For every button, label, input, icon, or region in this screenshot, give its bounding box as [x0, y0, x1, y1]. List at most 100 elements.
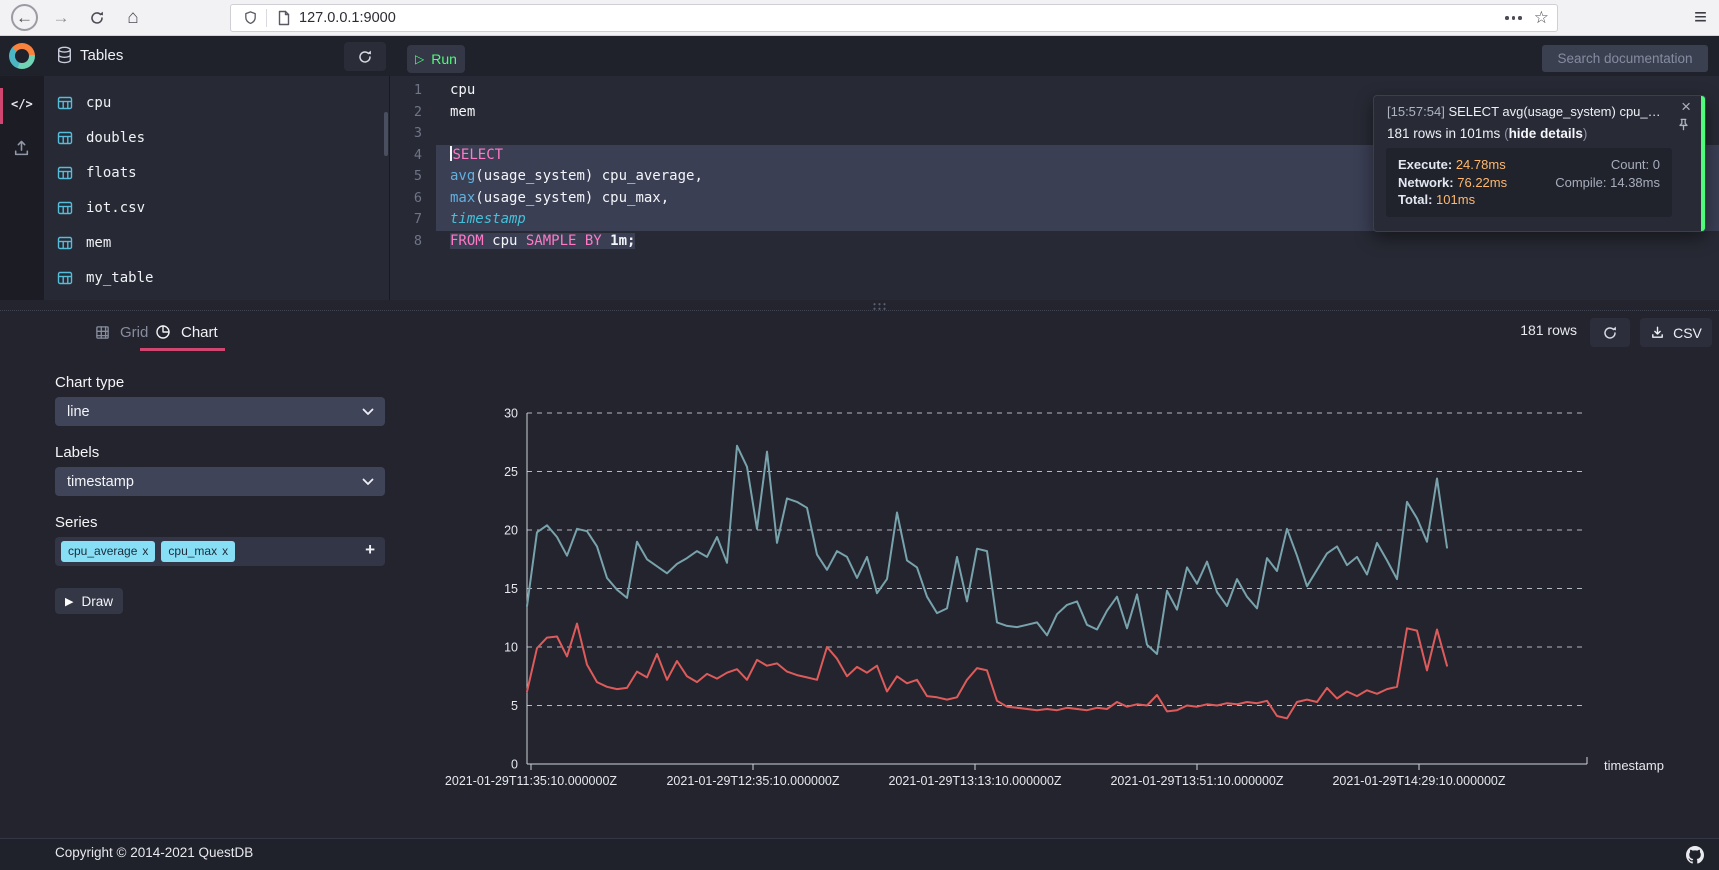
series-cpu_average	[527, 624, 1447, 719]
table-icon	[57, 165, 73, 181]
svg-text:10: 10	[504, 641, 518, 655]
table-row[interactable]: floats	[44, 155, 374, 190]
labels-select[interactable]: timestamp	[55, 467, 385, 496]
rows-summary: 181 rows in 101ms	[1387, 126, 1504, 141]
shield-icon	[243, 10, 258, 26]
svg-text:20: 20	[504, 524, 518, 538]
table-name: my_table	[86, 270, 153, 286]
table-icon	[57, 95, 73, 111]
page-actions-icon[interactable]	[1505, 16, 1522, 20]
table-row[interactable]: iot.csv	[44, 190, 374, 225]
active-tab-underline	[140, 348, 225, 351]
table-row[interactable]: mem	[44, 225, 374, 260]
page-icon	[277, 10, 291, 26]
series-input[interactable]: cpu_averagex cpu_maxx +	[55, 537, 385, 566]
run-query-button[interactable]: ▷ Run	[407, 45, 465, 73]
forward-icon: →	[53, 8, 70, 28]
table-icon	[57, 270, 73, 286]
network-metric: Network: 76.22ms	[1398, 174, 1555, 192]
console-page-icon[interactable]: </>	[11, 97, 33, 111]
pin-icon[interactable]	[1677, 118, 1690, 131]
count-metric: Count: 0	[1555, 156, 1660, 174]
chart-svg: 0510152025302021-01-29T11:35:10.000000Z2…	[440, 358, 1710, 790]
svg-text:2021-01-29T13:51:10.000000Z: 2021-01-29T13:51:10.000000Z	[1110, 774, 1283, 788]
run-label: Run	[431, 51, 457, 67]
total-metric: Total: 101ms	[1398, 191, 1555, 209]
add-series-button[interactable]: +	[365, 540, 375, 560]
chevron-down-icon	[362, 408, 374, 416]
hide-details-link[interactable]: hide details	[1509, 126, 1583, 141]
line-number: 8	[390, 231, 436, 253]
tab-chart[interactable]: Chart	[155, 315, 218, 349]
bookmark-star-icon[interactable]: ☆	[1534, 8, 1549, 28]
pie-chart-icon	[155, 324, 171, 340]
table-row[interactable]: cpu	[44, 85, 374, 120]
series-chip-cpu-average[interactable]: cpu_averagex	[61, 541, 155, 563]
table-icon	[57, 200, 73, 216]
search-documentation-input[interactable]: Search documentation	[1542, 45, 1708, 72]
svg-text:2021-01-29T13:13:10.000000Z: 2021-01-29T13:13:10.000000Z	[888, 774, 1061, 788]
table-row[interactable]: doubles	[44, 120, 374, 155]
draw-play-icon: ▶	[65, 595, 73, 608]
close-notification-button[interactable]: ×	[1681, 98, 1691, 116]
app-top-bar	[0, 36, 1719, 76]
labels-label: Labels	[55, 444, 99, 461]
tab-grid[interactable]: Grid	[95, 315, 148, 349]
questdb-logo[interactable]	[9, 43, 35, 69]
reload-icon	[89, 10, 105, 26]
series-chip-cpu-max[interactable]: cpu_maxx	[161, 541, 235, 563]
line-number: 5	[390, 166, 436, 188]
browser-menu-button[interactable]: ≡	[1694, 4, 1707, 30]
tables-list: cpu doubles floats iot.csv mem my_table	[44, 85, 374, 295]
line-number: 4	[390, 145, 436, 167]
draw-button[interactable]: ▶ Draw	[55, 588, 123, 614]
svg-text:25: 25	[504, 465, 518, 479]
rows-count: 181 rows	[1461, 322, 1577, 338]
refresh-icon	[357, 49, 373, 65]
remove-series-icon[interactable]: x	[222, 544, 228, 558]
table-name: floats	[86, 165, 137, 181]
compile-metric: Compile: 14.38ms	[1555, 174, 1660, 192]
import-icon[interactable]	[12, 138, 31, 157]
tables-scrollbar[interactable]	[384, 112, 388, 156]
grid-icon	[95, 325, 110, 340]
notification-success-edge	[1701, 96, 1705, 231]
browser-back-button[interactable]: ←	[11, 4, 38, 31]
table-icon	[57, 235, 73, 251]
line-number: 7	[390, 209, 436, 231]
back-icon: ←	[16, 8, 33, 28]
table-row[interactable]: my_table	[44, 260, 374, 295]
download-csv-button[interactable]: CSV	[1640, 318, 1712, 347]
editor-line[interactable]: 8FROM cpu SAMPLE BY 1m;	[390, 231, 1719, 253]
svg-text:timestamp: timestamp	[1604, 758, 1664, 773]
close-icon: ×	[1681, 97, 1691, 116]
notification-query-text: [15:57:54] SELECT avg(usage_system) cpu_…	[1387, 102, 1663, 122]
chart-type-select[interactable]: line	[55, 397, 385, 426]
svg-text:5: 5	[511, 699, 518, 713]
svg-text:0: 0	[511, 758, 518, 772]
refresh-results-button[interactable]	[1590, 318, 1630, 347]
refresh-tables-button[interactable]	[344, 42, 386, 71]
browser-home-button[interactable]: ⌂	[118, 3, 148, 33]
notification-summary: 181 rows in 101ms (hide details)	[1387, 124, 1587, 144]
github-icon[interactable]	[1686, 846, 1704, 864]
url-text[interactable]: 127.0.0.1:9000	[299, 10, 396, 26]
series-label: Series	[55, 514, 98, 531]
footer	[0, 838, 1719, 870]
url-bar[interactable]: 127.0.0.1:9000 ☆	[230, 4, 1558, 32]
notification-timestamp: [15:57:54]	[1387, 104, 1445, 119]
table-name: mem	[86, 235, 111, 251]
labels-value: timestamp	[67, 474, 134, 490]
draw-label: Draw	[81, 594, 113, 609]
notification-query: SELECT avg(usage_system) cpu_aver...	[1445, 104, 1663, 119]
url-divider	[266, 9, 267, 27]
remove-series-icon[interactable]: x	[142, 544, 148, 558]
line-number: 1	[390, 80, 436, 102]
table-name: cpu	[86, 95, 111, 111]
browser-reload-button[interactable]	[82, 3, 112, 33]
chevron-down-icon	[362, 478, 374, 486]
line-number: 2	[390, 102, 436, 124]
browser-forward-button[interactable]: →	[46, 3, 76, 33]
run-play-icon: ▷	[415, 52, 424, 66]
table-name: doubles	[86, 130, 145, 146]
